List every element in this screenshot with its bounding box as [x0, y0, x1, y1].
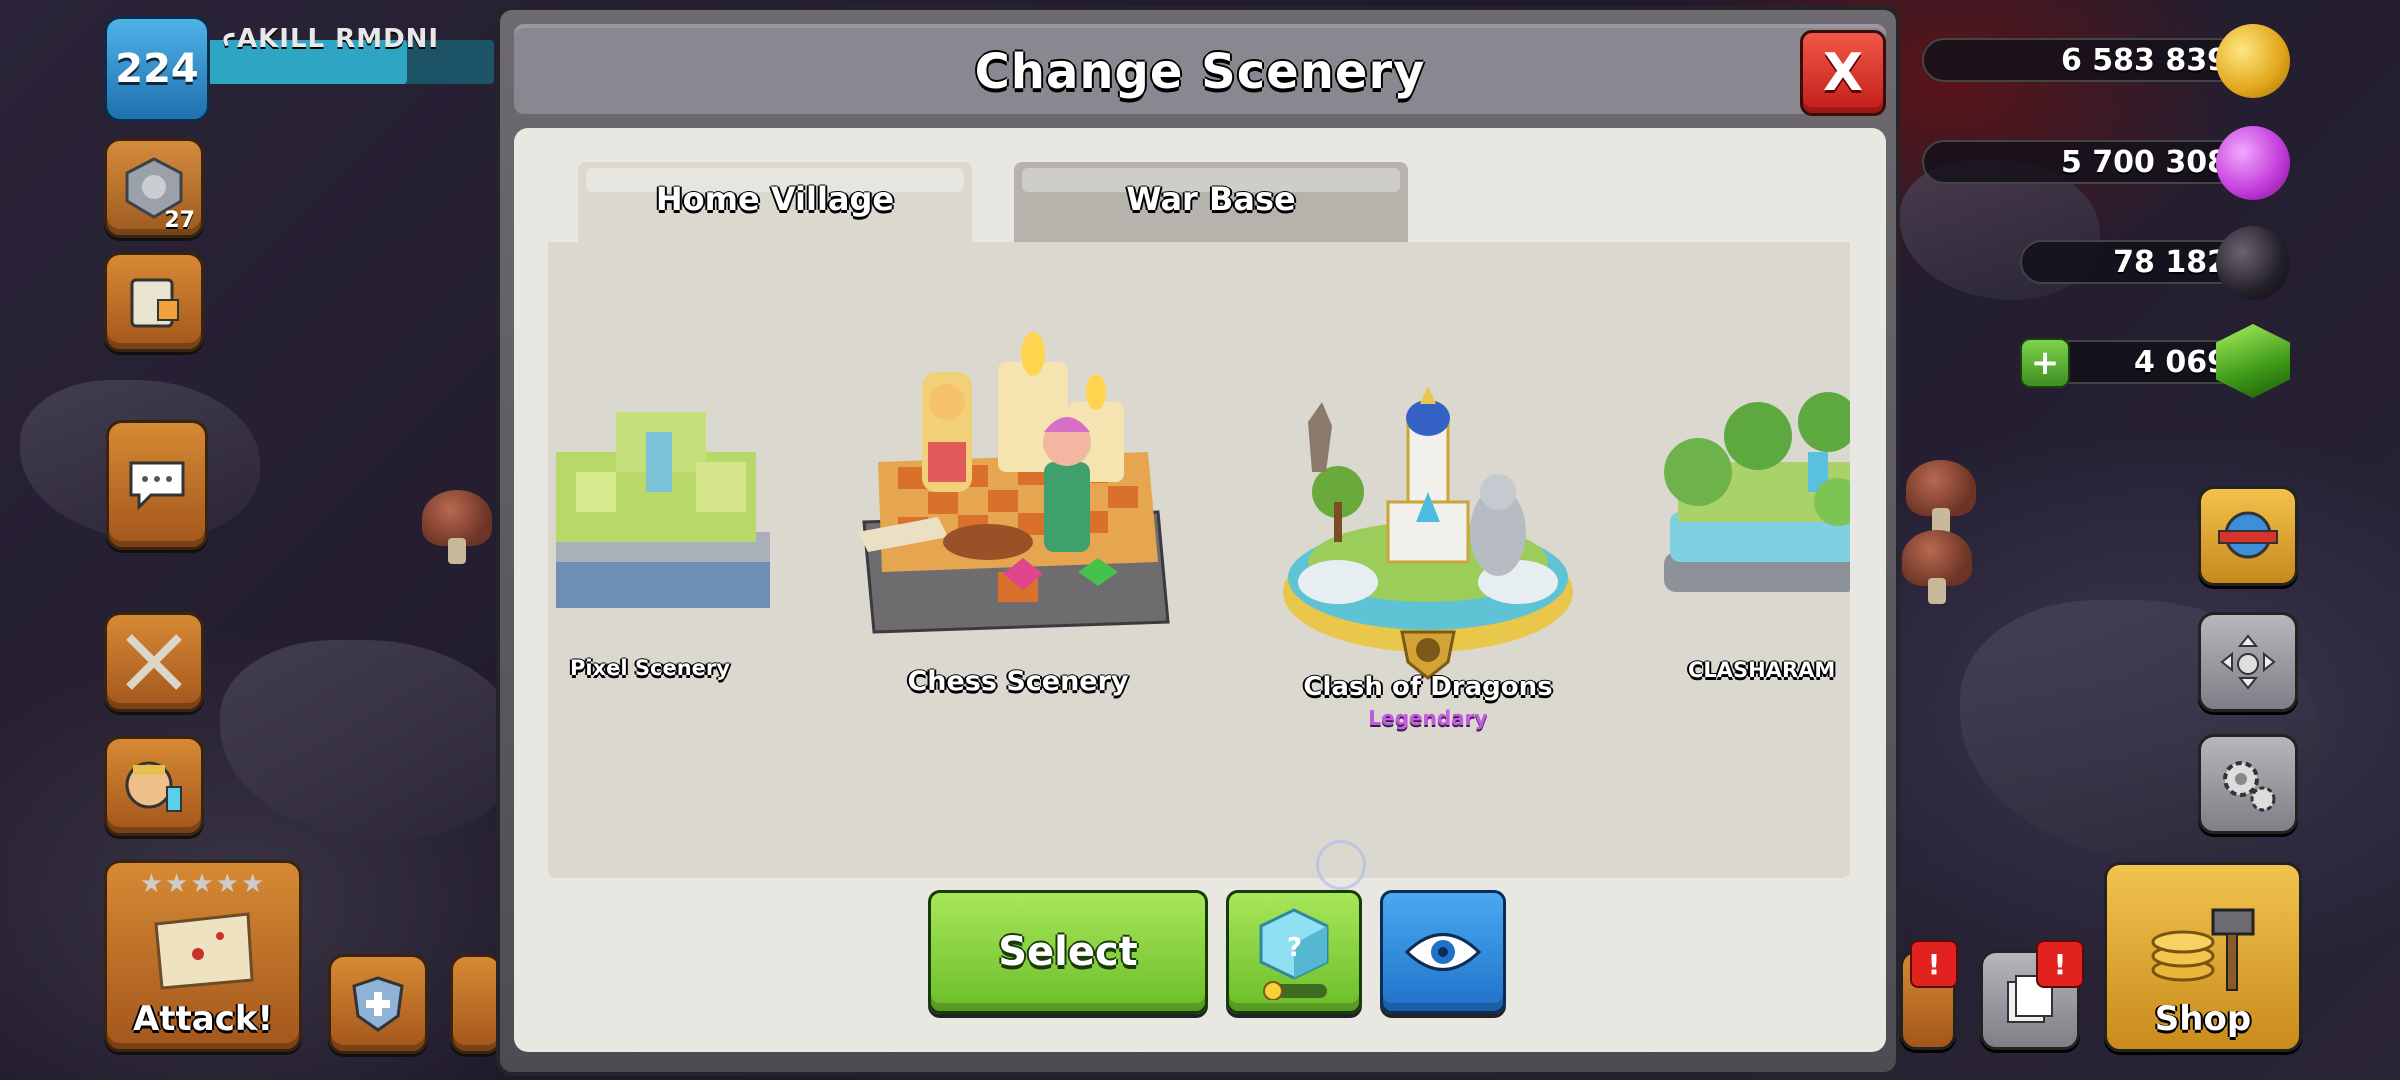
clan-war-button[interactable]: [104, 612, 204, 712]
tab-home-village[interactable]: Home Village: [578, 162, 972, 242]
edit-layout-button[interactable]: [2198, 612, 2298, 712]
level-number: 224: [115, 46, 199, 92]
globe-banner-icon: [2218, 511, 2278, 559]
attack-label: Attack!: [132, 999, 274, 1039]
chat-button[interactable]: [106, 420, 208, 550]
crossed-swords-icon: [126, 634, 182, 690]
select-button[interactable]: Select: [928, 890, 1208, 1014]
shield-button[interactable]: [328, 954, 428, 1054]
scenery-card-pixel[interactable]: Pixel Scenery: [548, 392, 778, 692]
tab-war-base[interactable]: War Base: [1014, 162, 1408, 242]
scenery-name: Clash of Dragons: [1303, 672, 1553, 702]
change-scenery-dialog: Change Scenery X Home Village War Base P…: [496, 6, 1900, 1076]
elixir-amount: 5 700 308: [2060, 144, 2228, 180]
gear-icon: [2223, 761, 2276, 812]
mushroom-decoration: [1906, 460, 1976, 534]
gems-amount: 4 069: [2134, 344, 2228, 380]
gold-amount: 6 583 839: [2060, 42, 2228, 78]
eye-icon: [1404, 933, 1482, 971]
scenery-card-chess[interactable]: Chess Scenery: [848, 332, 1188, 712]
gem-icon: [2216, 324, 2290, 398]
tab-label: Home Village: [655, 180, 895, 218]
notification-badge: !: [1910, 940, 1958, 988]
scroll-icon: [130, 278, 179, 328]
dark-elixir-icon: [2216, 226, 2290, 300]
trophy-button[interactable]: 27: [104, 138, 204, 238]
notification-badge: !: [2036, 940, 2084, 988]
scenery-card-clasharam[interactable]: CLASHARAM: [1658, 392, 1850, 682]
tab-label: War Base: [1126, 180, 1296, 218]
army-button[interactable]: [104, 736, 204, 836]
add-gems-button[interactable]: +: [2020, 338, 2070, 388]
dialog-title: Change Scenery: [974, 44, 1426, 100]
elixir-icon: [2216, 126, 2290, 200]
scenery-rarity: Legendary: [1368, 706, 1488, 730]
attack-stars: ★★★★★: [139, 869, 267, 899]
shop-label: Shop: [2154, 999, 2252, 1039]
scenery-name: CLASHARAM: [1688, 658, 1836, 682]
map-icon: [154, 912, 254, 990]
chess-scenery-image: [858, 332, 1170, 634]
dialog-panel: Home Village War Base Pixel Scenery Ches…: [514, 128, 1886, 1052]
mushroom-decoration: [422, 490, 492, 564]
close-button[interactable]: X: [1800, 30, 1886, 116]
dialog-title-bar: Change Scenery: [514, 24, 1886, 114]
scenery-card-dragons[interactable]: Clash of Dragons Legendary: [1278, 382, 1578, 742]
scenery-name: Pixel Scenery: [570, 656, 730, 680]
shield-plus-icon: [352, 976, 404, 1032]
player-name: ꜥAKILL RMDNI: [222, 24, 440, 54]
svg-text:?: ?: [1287, 933, 1302, 963]
hud-partial-button[interactable]: [450, 954, 502, 1054]
settings-button[interactable]: [2198, 734, 2298, 834]
scenery-carousel[interactable]: Pixel Scenery Chess Scenery Clash of Dra…: [548, 242, 1850, 878]
trophy-count: 27: [164, 208, 195, 233]
barbarian-icon: [125, 761, 182, 812]
chat-icon: [129, 461, 185, 511]
move-hand-icon: [2220, 634, 2276, 690]
preview-button[interactable]: [1380, 890, 1506, 1014]
hammer-coins-icon: [2151, 908, 2255, 991]
attack-button[interactable]: ★★★★★ Attack!: [104, 860, 302, 1052]
mushroom-decoration: [1902, 530, 1972, 604]
gold-icon: [2216, 24, 2290, 98]
dark-elixir-amount: 78 182: [2113, 244, 2228, 280]
mystery-box-icon: ?: [1259, 908, 1329, 1000]
background-rock: [220, 640, 520, 840]
scenery-name: Chess Scenery: [907, 666, 1129, 697]
touch-indicator: [1316, 840, 1366, 890]
quests-button[interactable]: [104, 252, 204, 352]
pixel-scenery-image: [556, 412, 770, 608]
clasharam-scenery-image: [1664, 392, 1850, 592]
random-scenery-button[interactable]: ?: [1226, 890, 1362, 1014]
shop-button[interactable]: Shop: [2104, 862, 2302, 1052]
dragons-scenery-image: [1283, 386, 1573, 680]
events-button[interactable]: [2198, 486, 2298, 586]
level-badge[interactable]: 224: [104, 16, 210, 122]
select-label: Select: [998, 929, 1138, 975]
